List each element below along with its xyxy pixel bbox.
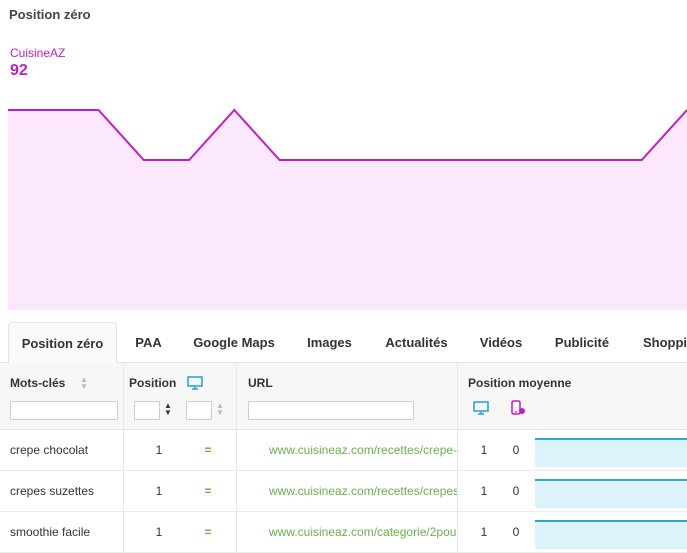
table-row[interactable]: crepe chocolat 1 = www.cuisineaz.com/rec… (0, 430, 687, 471)
table-row[interactable]: crepes suzettes 1 = www.cuisineaz.com/re… (0, 471, 687, 512)
mobile-icon (511, 400, 525, 415)
url-link[interactable]: www.cuisineaz.com/categorie/2pour-smooth… (269, 512, 457, 552)
tab-shopping[interactable]: Shopping (636, 322, 687, 363)
position-sparkline (535, 520, 687, 549)
chart-point[interactable] (230, 106, 238, 114)
keywords-table: Mots-clés ▲ ▼ Position ▲ ▼ ▲ ▼ URL Position… (0, 363, 687, 553)
sort-position-icon[interactable]: ▲ ▼ (164, 402, 172, 417)
chart-point[interactable] (592, 156, 600, 164)
chart-point[interactable] (95, 106, 103, 114)
position-zero-chart: CuisineAZ 92 (0, 40, 687, 312)
tab-paa[interactable]: PAA (121, 322, 176, 363)
col-position-header[interactable]: Position (129, 376, 176, 390)
desktop-avg-cell: 1 (480, 443, 488, 457)
chart-point[interactable] (140, 156, 148, 164)
chart-canvas (4, 106, 687, 310)
chart-point[interactable] (366, 156, 374, 164)
desktop-icon (187, 376, 203, 390)
url-filter-input[interactable] (248, 401, 414, 420)
series-value: 92 (10, 62, 28, 79)
column-divider (457, 363, 458, 430)
url-link[interactable]: www.cuisineaz.com/recettes/crepe-au-choc… (269, 430, 457, 470)
chart-point[interactable] (502, 156, 510, 164)
position-min-filter[interactable] (134, 401, 160, 420)
col-keywords-header[interactable]: Mots-clés (10, 376, 65, 390)
keyword-cell[interactable]: crepes suzettes (10, 471, 120, 511)
chart-point[interactable] (411, 156, 419, 164)
table-row[interactable]: smoothie facile 1 = www.cuisineaz.com/ca… (0, 512, 687, 553)
position-cell: 1 (155, 443, 163, 457)
column-divider (123, 363, 124, 430)
keyword-filter-input[interactable] (10, 401, 118, 420)
position-cell: 1 (155, 484, 163, 498)
desktop-avg-cell: 1 (480, 525, 488, 539)
desktop-avg-cell: 1 (480, 484, 488, 498)
sort-keywords-icon[interactable]: ▲ ▼ (80, 376, 88, 391)
tab-videos[interactable]: Vidéos (466, 322, 536, 363)
chart-point[interactable] (49, 106, 57, 114)
evolution-cell: = (204, 443, 212, 457)
url-link[interactable]: www.cuisineaz.com/recettes/crepes-suzett… (269, 471, 457, 511)
chart-point[interactable] (457, 156, 465, 164)
tab-google-maps[interactable]: Google Maps (184, 322, 284, 363)
chart-point[interactable] (276, 156, 284, 164)
tab-bar: Position zéro PAA Google Maps Images Act… (0, 322, 687, 364)
chart-area (8, 110, 687, 310)
table-header: Mots-clés ▲ ▼ Position ▲ ▼ ▲ ▼ URL Position… (0, 363, 687, 430)
position-sparkline (535, 479, 687, 508)
chart-point[interactable] (321, 156, 329, 164)
tab-images[interactable]: Images (292, 322, 367, 363)
mobile-avg-cell: 0 (512, 525, 520, 539)
chart-point[interactable] (638, 156, 646, 164)
tab-actualites[interactable]: Actualités (374, 322, 459, 363)
evolution-cell: = (204, 525, 212, 539)
position-max-filter[interactable] (186, 401, 212, 420)
chart-point[interactable] (4, 106, 12, 114)
column-divider (236, 363, 237, 430)
chart-point[interactable] (547, 156, 555, 164)
keyword-cell[interactable]: smoothie facile (10, 512, 120, 552)
chart-point[interactable] (185, 156, 193, 164)
mobile-avg-cell: 0 (512, 484, 520, 498)
tab-position-zero[interactable]: Position zéro (8, 322, 117, 364)
sort-evolution-icon[interactable]: ▲ ▼ (216, 402, 224, 417)
keyword-cell[interactable]: crepe chocolat (10, 430, 120, 470)
series-name: CuisineAZ (10, 46, 66, 60)
page-title: Position zéro (9, 7, 91, 22)
position-sparkline (535, 438, 687, 467)
col-url-header[interactable]: URL (248, 376, 273, 390)
mobile-avg-cell: 0 (512, 443, 520, 457)
tab-publicite[interactable]: Publicité (544, 322, 620, 363)
desktop-icon (473, 401, 489, 415)
col-avg-position-header: Position moyenne (468, 376, 572, 390)
position-cell: 1 (155, 525, 163, 539)
evolution-cell: = (204, 484, 212, 498)
